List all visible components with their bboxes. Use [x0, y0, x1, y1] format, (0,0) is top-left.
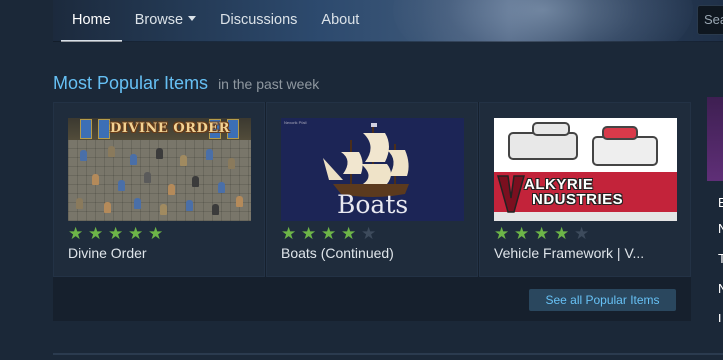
unit-icon: [92, 174, 99, 185]
section-title: Most Popular Items: [53, 73, 209, 93]
star-icon: ★: [301, 224, 317, 243]
item-title[interactable]: Vehicle Framework | V...: [494, 245, 644, 261]
unit-icon: [144, 172, 151, 183]
item-thumbnail[interactable]: Nexorik Pfall Boats: [281, 118, 464, 221]
item-thumbnail[interactable]: DIVINE ORDER: [68, 118, 251, 221]
star-icon: ★: [88, 224, 104, 243]
nav-discussions[interactable]: Discussions: [220, 0, 297, 42]
item-card-divine-order[interactable]: DIVINE ORDER ★ ★ ★ ★ ★ Divine Order: [53, 102, 265, 277]
unit-icon: [180, 155, 187, 166]
rating-stars: ★ ★ ★ ★ ★: [68, 224, 168, 243]
unit-icon: [192, 176, 199, 187]
thumbnail-word: Boats: [337, 190, 409, 219]
thumbnail-text-line1: ALKYRIE: [524, 176, 594, 193]
unit-icon: [80, 150, 87, 161]
unit-icon: [108, 146, 115, 157]
nav-items: Home Browse Discussions About: [61, 0, 383, 42]
thumbnail-text-line2: NDUSTRIES: [532, 191, 624, 208]
unit-icon: [156, 148, 163, 159]
unit-icon: [212, 204, 219, 215]
side-featured-image: [707, 97, 723, 181]
star-icon: ★: [554, 224, 570, 243]
unit-icon: [104, 202, 111, 213]
side-text-line: T: [718, 251, 723, 266]
unit-icon: [130, 154, 137, 165]
flag-icon: [80, 119, 92, 139]
tank-icon: [508, 132, 578, 160]
item-cards: DIVINE ORDER ★ ★ ★ ★ ★ Divine Order Nexo…: [53, 102, 692, 277]
item-card-boats[interactable]: Nexorik Pfall Boats ★ ★ ★ ★ ★ Boats (Continu…: [266, 102, 478, 277]
popular-items-panel: DIVINE ORDER ★ ★ ★ ★ ★ Divine Order Nexo…: [53, 102, 691, 321]
star-icon: ★: [148, 224, 164, 243]
chevron-down-icon: [188, 15, 197, 21]
section-divider: [53, 353, 723, 355]
side-text-line: E: [718, 195, 723, 210]
v-logo-icon: [497, 175, 525, 213]
star-icon: ★: [361, 224, 377, 243]
item-title[interactable]: Divine Order: [68, 245, 147, 261]
unit-icon: [118, 180, 125, 191]
nav-home-label: Home: [72, 12, 111, 28]
unit-icon: [206, 149, 213, 160]
unit-icon: [186, 200, 193, 211]
search-input[interactable]: Search: [697, 5, 723, 35]
nav-home[interactable]: Home: [61, 0, 122, 42]
star-icon: ★: [534, 224, 550, 243]
thumbnail-logo: DIVINE ORDER: [110, 121, 230, 136]
unit-icon: [236, 196, 243, 207]
flag-icon: [98, 119, 110, 139]
top-nav: Home Browse Discussions About: [53, 0, 723, 42]
section-header: Most Popular Items in the past week: [53, 73, 319, 94]
unit-icon: [228, 158, 235, 169]
star-icon: ★: [321, 224, 337, 243]
nav-about-label: About: [321, 12, 360, 28]
unit-icon: [134, 198, 141, 209]
unit-icon: [76, 198, 83, 209]
side-text-line: N: [718, 281, 723, 296]
star-icon: ★: [494, 224, 510, 243]
nav-discussions-label: Discussions: [220, 12, 298, 28]
star-icon: ★: [574, 224, 590, 243]
side-text-line: N: [718, 221, 723, 236]
see-all-popular-button[interactable]: See all Popular Items: [529, 289, 676, 311]
rating-stars: ★ ★ ★ ★ ★: [494, 224, 594, 243]
thumbnail-text: ALKYRIE NDUSTRIES: [524, 177, 623, 207]
nav-about[interactable]: About: [321, 0, 359, 42]
unit-icon: [168, 184, 175, 195]
tank-icon: [592, 136, 658, 166]
item-title[interactable]: Boats (Continued): [281, 245, 394, 261]
nav-browse-label: Browse: [134, 12, 184, 28]
nav-browse[interactable]: Browse: [134, 0, 197, 42]
star-icon: ★: [514, 224, 530, 243]
thumbnail-battlefield: [68, 140, 251, 221]
star-icon: ★: [108, 224, 124, 243]
side-text-line: L: [718, 311, 723, 322]
star-icon: ★: [68, 224, 84, 243]
unit-icon: [160, 204, 167, 215]
item-thumbnail[interactable]: ALKYRIE NDUSTRIES: [494, 118, 677, 221]
star-icon: ★: [128, 224, 144, 243]
unit-icon: [218, 182, 225, 193]
section-subtitle: in the past week: [218, 76, 320, 92]
star-icon: ★: [281, 224, 297, 243]
tank-turret-icon: [532, 122, 570, 136]
tank-turret-icon: [602, 126, 638, 140]
side-featured-panel: E N T N L: [707, 97, 723, 322]
star-icon: ★: [341, 224, 357, 243]
rating-stars: ★ ★ ★ ★ ★: [281, 224, 381, 243]
item-card-vehicle-framework[interactable]: ALKYRIE NDUSTRIES ★ ★ ★ ★ ★ Vehicle Framewor…: [479, 102, 691, 277]
